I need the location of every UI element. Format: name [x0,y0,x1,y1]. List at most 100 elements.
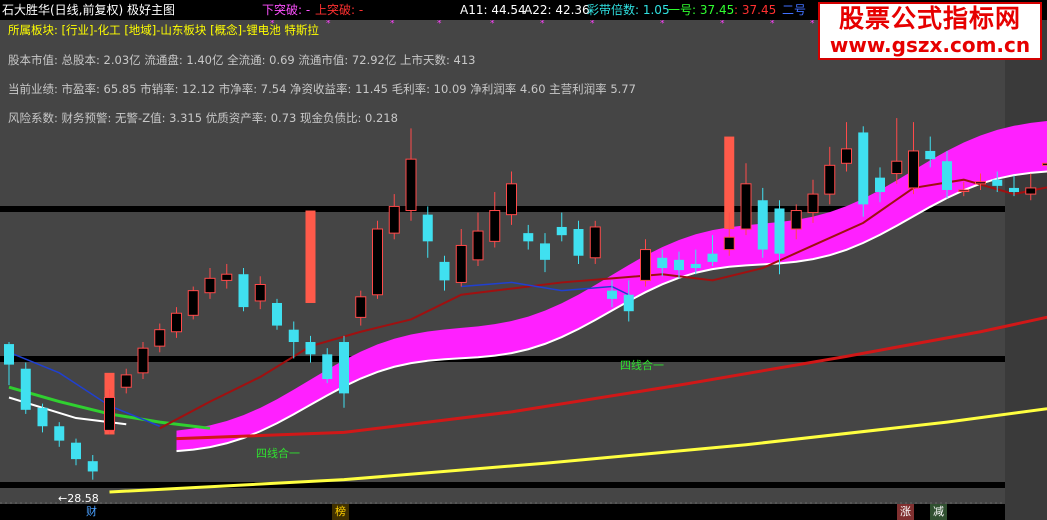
a11-value: A11: 44.54 [460,3,526,17]
a22-value: A22: 42.36 [524,3,590,17]
candlestick-chart[interactable]: * * * * * * * * * * * [0,0,1047,520]
candle-body-up [740,183,752,230]
candle-body-down [858,132,869,205]
candle-body-down [774,208,785,254]
candle-body-up [908,150,919,189]
separator-band [0,504,1005,520]
signal-star-marker: * [490,19,495,29]
ribbon-multiple-value: 彩带倍数: 1.05 [587,3,670,17]
candle-body-down [540,243,550,260]
candle-body-down [607,290,617,299]
candle-body-down [305,342,316,355]
candle-body-down [4,344,14,365]
chart-title: 石大胜华(日线,前复权) 极好主图 [2,3,175,17]
risk-row: 风险系数: 财务预警: 无警-Z值: 3.315 优质资产率: 0.73 现金负… [8,111,398,125]
candle-body-down [992,179,1003,186]
breakdown-up-label: 上突破: - [315,3,364,17]
candle-body-up [1042,162,1047,166]
performance-row: 当前业绩: 市盈率: 65.85 市销率: 12.12 市净率: 7.54 净资… [8,82,636,96]
four-lines-annotation-1: 四线合一 [256,447,300,460]
candle-body-up [254,283,266,302]
candle-body-down [573,229,584,256]
four-lines-annotation-2: 四线合一 [620,359,664,372]
candle-body-up [958,189,970,192]
candle-body-down [272,302,282,326]
signal-star-marker: * [770,19,775,29]
candle-body-up [841,148,852,164]
candle-body-up [187,290,199,316]
candle-body-down [238,274,249,308]
candle-body-down [925,150,936,160]
candle-body-down [439,261,450,281]
sector-label: 所属板块: [8,23,58,37]
candle-body-up [204,277,216,294]
candle-body-up [372,228,383,296]
signal-star-marker: * [810,19,815,29]
candle-body-down [556,226,567,236]
line-one-red-value: : 37.45 [734,3,777,17]
candle-body-up [472,230,484,261]
signal-star-marker: * [660,19,665,29]
watermark-logo: 股票公式指标网 www.gszx.com.cn [818,2,1042,60]
candle-body-up [975,181,986,185]
candle-body-up [1025,187,1037,195]
industry-tag[interactable]: [行业]-化工 [62,23,121,37]
reduce-button[interactable]: 减 [930,504,947,520]
candle-body-down [87,461,98,472]
signal-star-marker: * [720,19,725,29]
candle-body-up [790,210,802,230]
candle-body-up [807,193,819,214]
candle-body-up [723,236,735,251]
candle-body-up [154,329,166,347]
tall-red-bar [305,210,316,303]
candle-body-down [707,253,718,262]
separator-band [0,482,1005,488]
candle-body-down [1009,187,1019,193]
breakdown-down-label: 下突破: - [262,3,311,17]
rise-button[interactable]: 涨 [897,504,914,520]
candle-body-down [875,177,885,193]
candle-body-down [623,294,634,312]
concept-tag[interactable]: [概念]-锂电池 特斯拉 [210,23,319,37]
finance-button[interactable]: 财 [83,504,100,520]
candle-body-up [171,312,182,333]
candle-body-up [640,249,651,281]
candle-body-up [589,226,601,259]
candle-body-up [405,158,417,212]
candle-body-up [221,273,233,281]
candle-body-down [657,257,668,269]
candle-body-down [942,161,952,190]
watermark-url: www.gszx.com.cn [829,33,1031,57]
capital-row: 股本市值: 总股本: 2.03亿 流通盘: 1.40亿 全流通: 0.69 流通… [8,53,476,67]
separator-band [0,356,1005,362]
candle-body-down [37,407,48,427]
region-tag[interactable]: [地域]-山东板块 [124,23,206,37]
signal-star-marker: * [590,19,595,29]
candle-body-up [104,396,115,431]
candle-body-down [322,354,333,379]
signal-star-marker: * [437,19,442,29]
line-one-value: 一号: 37.45 [668,3,735,17]
signal-star-marker: * [540,19,545,29]
line-two-label: 二号 [782,3,807,17]
candle-body-down [422,214,433,242]
candle-body-down [339,342,349,394]
candle-body-up [506,183,517,216]
right-margin [1005,20,1047,520]
candle-body-down [71,442,81,460]
candle-body-down [54,426,65,441]
candle-body-down [674,259,684,271]
signal-star-marker: * [326,19,331,29]
candle-body-up [355,296,367,318]
candle-body-down [20,368,31,410]
chart-background [0,0,1047,520]
sector-row: 所属板块: [行业]-化工 [地域]-山东板块 [概念]-锂电池 特斯拉 [8,22,319,38]
candle-body-up [137,347,149,374]
candle-body-up [824,164,836,195]
ranking-button[interactable]: 榜 [332,504,349,520]
candle-body-up [891,160,903,175]
candle-body-down [288,329,299,343]
candle-body-up [388,205,400,234]
candle-body-down [523,233,534,242]
watermark-title: 股票公式指标网 [838,4,1021,33]
